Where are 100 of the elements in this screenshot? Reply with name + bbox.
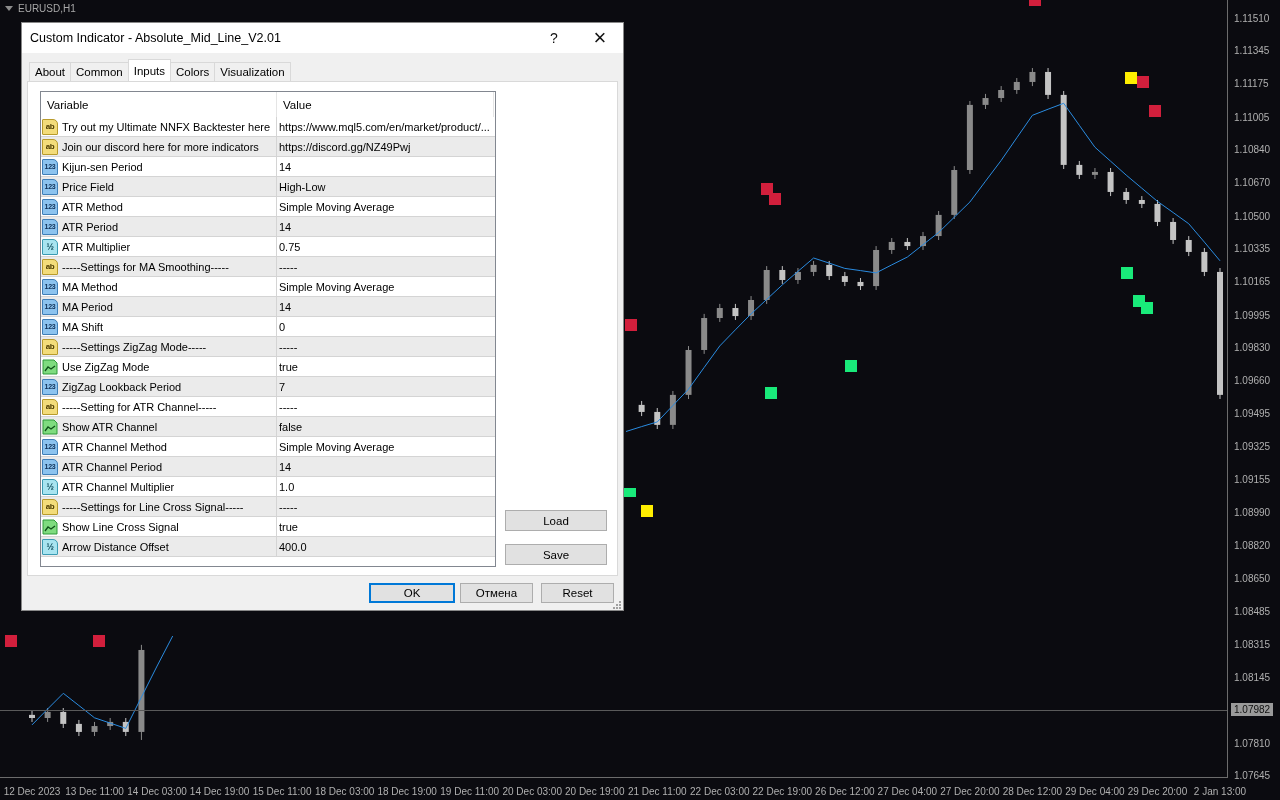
signal-marker: [761, 183, 773, 195]
signal-marker: [765, 387, 777, 399]
signal-marker: [1141, 302, 1153, 314]
value-cell[interactable]: 0: [277, 317, 495, 336]
price-label: 1.10165: [1233, 275, 1271, 289]
dialog-button[interactable]: Save: [505, 544, 607, 565]
variable-name: ZigZag Lookback Period: [62, 380, 182, 393]
time-label: 27 Dec 20:00: [940, 786, 1000, 798]
type-icon: ab: [42, 118, 58, 135]
signal-marker: [1121, 267, 1133, 279]
candlestick: [1045, 67, 1052, 100]
tab[interactable]: Visualization: [214, 62, 291, 81]
candlestick: [75, 719, 82, 737]
candlestick: [748, 295, 755, 321]
candlestick: [1107, 167, 1114, 197]
price-label: 1.09660: [1233, 374, 1271, 388]
value-cell[interactable]: 14: [277, 217, 495, 236]
variable-name: Show ATR Channel: [62, 420, 158, 433]
type-icon: ab: [42, 498, 58, 515]
value-cell[interactable]: Simple Moving Average: [277, 437, 495, 456]
dialog-button[interactable]: Reset: [541, 583, 614, 603]
value-cell[interactable]: High-Low: [277, 177, 495, 196]
variable-name: ATR Channel Period: [62, 460, 163, 473]
time-label: 27 Dec 04:00: [877, 786, 938, 798]
variable-name: Show Line Cross Signal: [62, 520, 179, 533]
time-label: 22 Dec 03:00: [690, 786, 750, 798]
time-label: 18 Dec 03:00: [314, 786, 375, 798]
time-label: 2 Jan 13:00: [1193, 786, 1247, 798]
time-label: 19 Dec 11:00: [440, 786, 500, 798]
window-title: Custom Indicator - Absolute_Mid_Line_V2.01: [30, 31, 282, 45]
candlestick: [826, 260, 833, 281]
value-cell[interactable]: -----: [277, 397, 495, 416]
type-icon: ab: [42, 258, 58, 275]
dialog-button[interactable]: Load: [505, 510, 607, 531]
time-label: 18 Dec 19:00: [377, 786, 437, 798]
variable-name: -----Settings for MA Smoothing-----: [62, 260, 229, 273]
price-label: 1.10840: [1233, 142, 1271, 156]
current-price-label: 1.07982: [1231, 703, 1274, 717]
tab[interactable]: Inputs: [127, 59, 172, 81]
candlestick: [60, 707, 67, 729]
time-label: 26 Dec 12:00: [815, 786, 875, 798]
value-cell[interactable]: false: [277, 417, 495, 436]
value-cell[interactable]: -----: [277, 257, 495, 276]
value-cell[interactable]: Simple Moving Average: [277, 197, 495, 216]
price-label: 1.07810: [1233, 737, 1271, 750]
time-label: 29 Dec 04:00: [1065, 786, 1125, 798]
candlestick: [1076, 160, 1083, 180]
signal-marker: [1149, 105, 1161, 117]
value-cell[interactable]: 7: [277, 377, 495, 396]
value-cell[interactable]: 14: [277, 457, 495, 476]
signal-marker: [1029, 0, 1041, 6]
time-label: 28 Dec 12:00: [1002, 786, 1063, 798]
value-cell[interactable]: 14: [277, 157, 495, 176]
value-cell[interactable]: https://www.mql5.com/en/market/product/...: [277, 117, 495, 136]
type-icon: ½: [42, 238, 58, 255]
time-label: 22 Dec 19:00: [752, 786, 813, 798]
value-cell[interactable]: 1.0: [277, 477, 495, 496]
price-label: 1.08315: [1233, 637, 1271, 651]
price-label: 1.09830: [1233, 340, 1271, 354]
caret-icon[interactable]: [5, 6, 13, 11]
type-icon: ab: [42, 138, 58, 155]
variable-name: Join our discord here for more indicators: [62, 140, 259, 153]
value-cell[interactable]: https://discord.gg/NZ49Pwj: [277, 137, 495, 156]
candlestick: [1029, 67, 1036, 87]
type-icon: ½: [42, 478, 58, 495]
value-cell[interactable]: 14: [277, 297, 495, 316]
value-cell[interactable]: Simple Moving Average: [277, 277, 495, 296]
variable-name: MA Method: [62, 280, 118, 293]
candlestick: [1201, 247, 1208, 277]
help-button[interactable]: ?: [531, 23, 577, 53]
variable-name: Try out my Ultimate NNFX Backtester here: [62, 120, 271, 133]
price-label: 1.11510: [1233, 11, 1270, 25]
value-cell[interactable]: -----: [277, 337, 495, 356]
time-label: 20 Dec 03:00: [502, 786, 562, 798]
tab[interactable]: About: [29, 62, 72, 81]
dialog-button[interactable]: OK: [369, 583, 455, 603]
chart-line-icon: [42, 358, 58, 375]
price-label: 1.11005: [1233, 110, 1270, 124]
candlestick: [1185, 235, 1192, 257]
value-cell[interactable]: true: [277, 517, 495, 536]
dialog-button[interactable]: Отмена: [460, 583, 533, 603]
price-label: 1.10670: [1233, 176, 1271, 190]
column-header[interactable]: Variable: [41, 92, 277, 117]
column-header[interactable]: Value: [277, 92, 494, 117]
candlestick: [29, 710, 35, 723]
variable-name: Use ZigZag Mode: [62, 360, 150, 373]
value-cell[interactable]: true: [277, 357, 495, 376]
signal-marker: [641, 505, 653, 517]
time-label: 21 Dec 11:00: [627, 786, 687, 798]
variable-name: -----Settings for Line Cross Signal-----: [62, 500, 244, 513]
time-label: 20 Dec 19:00: [565, 786, 625, 798]
value-cell[interactable]: -----: [277, 497, 495, 516]
value-cell[interactable]: 400.0: [277, 537, 495, 556]
price-label: 1.08990: [1233, 505, 1271, 519]
value-cell[interactable]: 0.75: [277, 237, 495, 256]
price-label: 1.08145: [1233, 671, 1271, 685]
time-label: 14 Dec 03:00: [127, 786, 187, 798]
type-icon: ab: [42, 338, 58, 355]
close-button[interactable]: ×: [577, 23, 623, 53]
signal-marker: [93, 635, 105, 647]
